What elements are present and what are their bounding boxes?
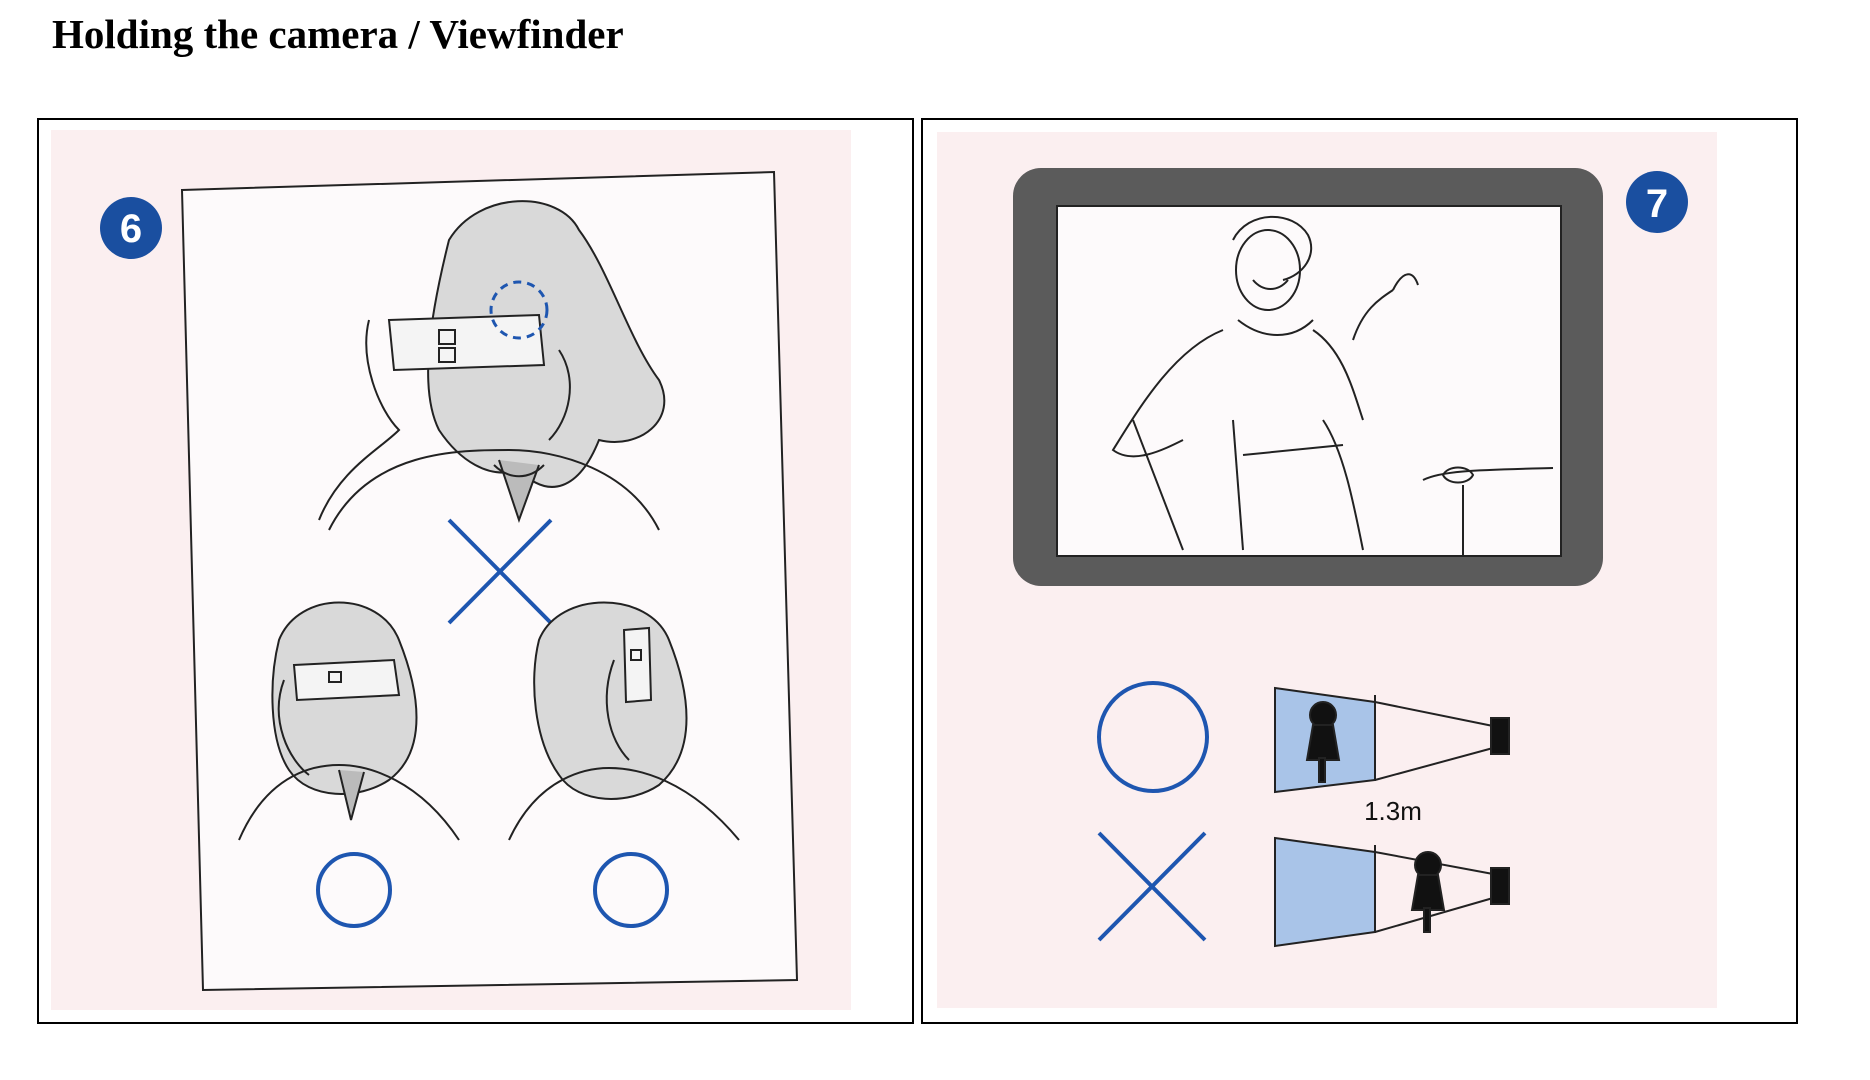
figure-number-badge: 7 — [1626, 171, 1688, 233]
distance-label: 1.3m — [1364, 796, 1422, 826]
figure-number: 7 — [1646, 182, 1668, 226]
page-title: Holding the camera / Viewfinder — [52, 11, 624, 57]
figure-7-panel: 7 1.3m — [921, 118, 1798, 1024]
figure-number: 6 — [120, 207, 142, 251]
figure-7-illustration: 7 1.3m — [937, 132, 1717, 1008]
figure-6-illustration: 6 — [51, 130, 851, 1010]
figure-number-badge: 6 — [100, 197, 162, 259]
figure-6-panel: 6 — [37, 118, 914, 1024]
